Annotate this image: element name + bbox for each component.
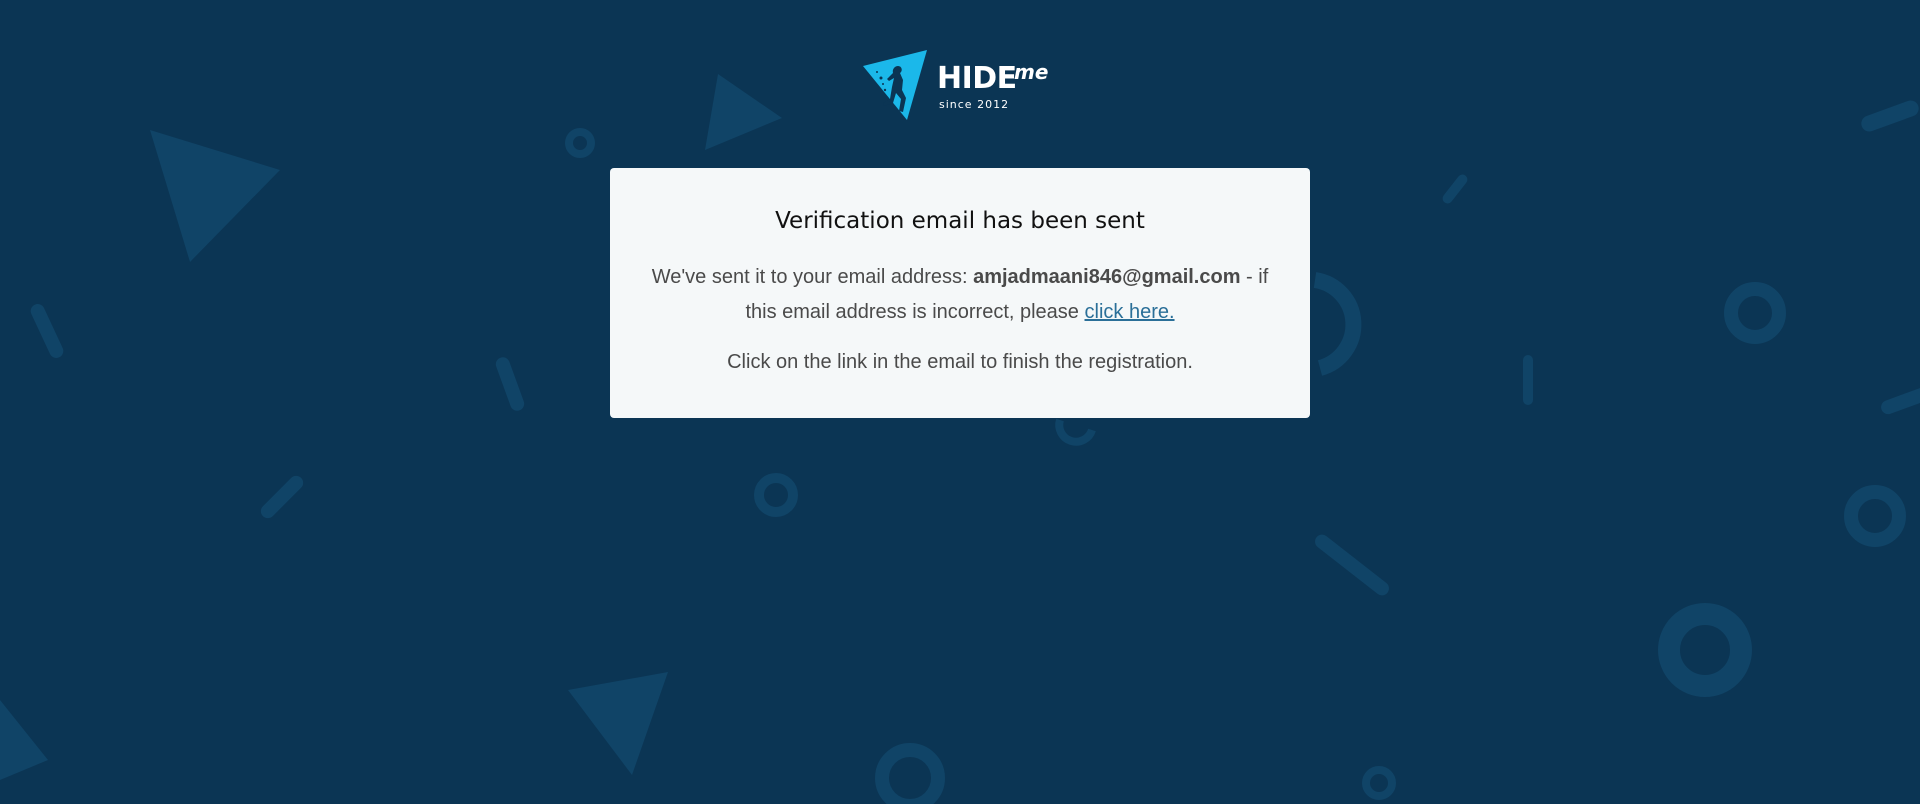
- card-title: Verification email has been sent: [775, 208, 1145, 234]
- email-address: amjadmaani846@gmail.com: [973, 266, 1241, 288]
- logo-suffix: me: [1014, 60, 1049, 84]
- logo-brand: HIDE: [937, 61, 1017, 96]
- triangle-runner-icon: [863, 50, 927, 120]
- hideme-logo[interactable]: HIDE me since 2012: [861, 48, 1061, 120]
- message-prefix: We've sent it to your email address:: [651, 266, 974, 288]
- logo-tagline: since 2012: [939, 98, 1010, 111]
- registration-note: Click on the link in the email to finish…: [727, 351, 1193, 373]
- click-here-link[interactable]: click here.: [1085, 301, 1175, 323]
- verification-card: Verification email has been sent We've s…: [610, 168, 1310, 418]
- card-message: We've sent it to your email address: amj…: [650, 260, 1270, 330]
